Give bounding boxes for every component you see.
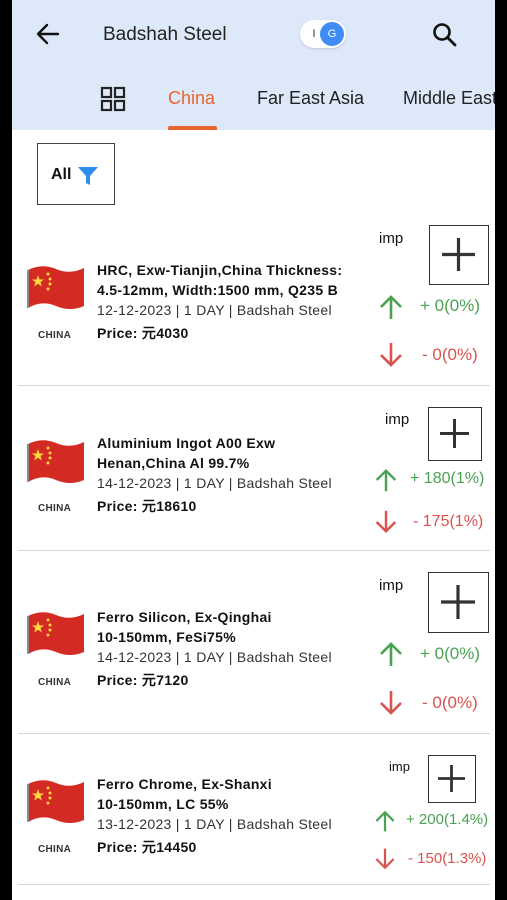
category-tabs: China Far East Asia Middle East: [12, 80, 495, 130]
arrow-down-icon: [375, 510, 397, 534]
price-change-down: - 175(1%): [413, 513, 484, 530]
price-change-down: - 150(1.3%): [408, 850, 487, 867]
item-price: Price: 元4030: [97, 325, 189, 341]
price-change-up: + 180(1%): [410, 470, 485, 487]
imp-label: imp: [379, 230, 404, 247]
active-tab-indicator: [168, 126, 217, 130]
country-label: CHINA: [38, 503, 72, 514]
plus-icon: [440, 419, 469, 448]
arrow-down-icon: [375, 848, 395, 870]
arrow-up-icon: [380, 642, 402, 666]
tab-middle-east[interactable]: Middle East: [403, 88, 495, 109]
toggle-right-knob: G: [320, 22, 344, 46]
imp-label: imp: [389, 759, 410, 774]
filter-button[interactable]: All: [37, 143, 115, 205]
add-button[interactable]: [428, 572, 489, 633]
add-button[interactable]: [428, 407, 482, 461]
product-description: Aluminium Ingot A00 Exw Henan,China Al 9…: [97, 433, 275, 473]
item-meta: 14-12-2023 | 1 DAY | Badshah Steel: [97, 475, 332, 491]
china-flag-icon: [27, 440, 84, 483]
arrow-down-icon: [380, 343, 402, 367]
app-header: Badshah Steel I G China Far East Asia Mi…: [12, 0, 495, 130]
country-label: CHINA: [38, 330, 72, 341]
country-label: CHINA: [38, 677, 72, 688]
imp-label: imp: [385, 411, 410, 428]
tab-china[interactable]: China: [168, 88, 215, 109]
product-description: Ferro Chrome, Ex-Shanxi 10-150mm, LC 55%: [97, 774, 272, 814]
page-title: Badshah Steel: [103, 24, 227, 45]
divider: [18, 884, 490, 885]
china-flag-icon: [27, 612, 84, 655]
description-line-1: Ferro Silicon, Ex-Qinghai: [97, 609, 272, 625]
price-change-up: + 200(1.4%): [406, 811, 489, 828]
description-line-1: HRC, Exw-Tianjin,China Thickness:: [97, 262, 343, 278]
arrow-up-icon: [380, 295, 402, 319]
filter-funnel-icon: [78, 167, 98, 185]
plus-icon: [441, 585, 475, 619]
price-change-down: - 0(0%): [422, 345, 478, 364]
list-item[interactable]: CHINA Ferro Silicon, Ex-Qinghai 10-150mm…: [12, 551, 495, 734]
item-price: Price: 元14450: [97, 839, 197, 855]
price-change-down: - 0(0%): [422, 693, 478, 712]
description-line-2: 10-150mm, FeSi75%: [97, 629, 236, 645]
item-meta: 12-12-2023 | 1 DAY | Badshah Steel: [97, 302, 332, 318]
back-arrow-icon[interactable]: [34, 18, 62, 50]
price-change-up: + 0(0%): [420, 296, 480, 315]
plus-icon: [438, 765, 465, 792]
china-flag-icon: [27, 780, 84, 823]
country-label: CHINA: [38, 844, 72, 855]
search-icon[interactable]: [430, 20, 460, 50]
filter-label: All: [51, 166, 72, 183]
imp-label: imp: [379, 577, 404, 594]
grid-view-icon[interactable]: [100, 86, 126, 112]
item-meta: 14-12-2023 | 1 DAY | Badshah Steel: [97, 649, 332, 665]
arrow-up-icon: [375, 468, 397, 492]
list-item[interactable]: CHINA Aluminium Ingot A00 Exw Henan,Chin…: [12, 386, 495, 551]
product-description: Ferro Silicon, Ex-Qinghai 10-150mm, FeSi…: [97, 607, 272, 647]
item-meta: 13-12-2023 | 1 DAY | Badshah Steel: [97, 816, 332, 832]
item-price: Price: 元7120: [97, 672, 189, 688]
arrow-down-icon: [380, 691, 402, 715]
plus-icon: [442, 238, 475, 271]
description-line-2: Henan,China Al 99.7%: [97, 455, 250, 471]
arrow-up-icon: [375, 810, 395, 832]
list-item[interactable]: CHINA HRC, Exw-Tianjin,China Thickness: …: [12, 220, 495, 386]
tab-far-east-asia[interactable]: Far East Asia: [257, 88, 364, 109]
description-line-2: 4.5-12mm, Width:1500 mm, Q235 B: [97, 282, 339, 298]
add-button[interactable]: [429, 225, 489, 285]
description-line-1: Ferro Chrome, Ex-Shanxi: [97, 776, 272, 792]
price-change-up: + 0(0%): [420, 644, 480, 663]
product-description: HRC, Exw-Tianjin,China Thickness: 4.5-12…: [97, 260, 342, 300]
description-line-2: 10-150mm, LC 55%: [97, 796, 229, 812]
language-toggle[interactable]: I G: [300, 20, 346, 48]
item-price: Price: 元18610: [97, 498, 197, 514]
china-flag-icon: [27, 266, 84, 309]
add-button[interactable]: [428, 755, 476, 803]
description-line-1: Aluminium Ingot A00 Exw: [97, 435, 276, 451]
screen: Badshah Steel I G China Far East Asia Mi…: [12, 0, 495, 900]
list-item[interactable]: CHINA Ferro Chrome, Ex-Shanxi 10-150mm, …: [12, 734, 495, 900]
